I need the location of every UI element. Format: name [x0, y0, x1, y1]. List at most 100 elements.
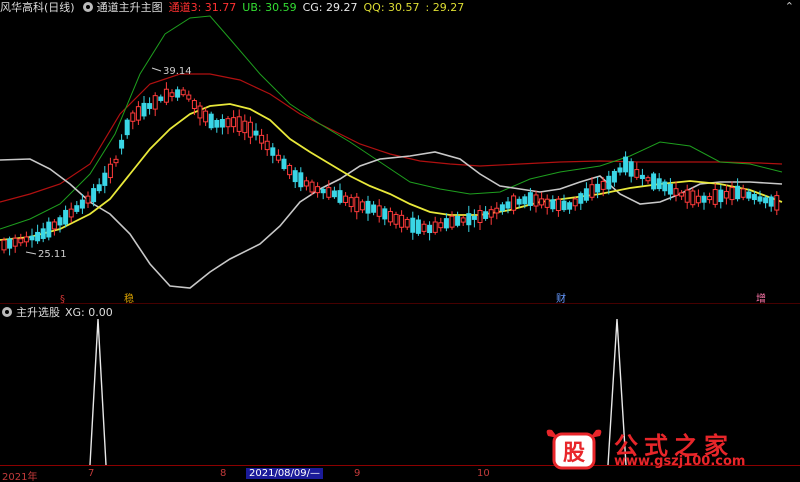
- candle-body: [572, 198, 578, 207]
- collapse-panel-button[interactable]: ⌃: [785, 0, 794, 13]
- svg-text:股: 股: [563, 441, 585, 466]
- candle-body: [712, 189, 718, 205]
- stock-title[interactable]: 风华高科(日线): [0, 0, 75, 15]
- candle-body: [623, 156, 629, 173]
- candle-body: [628, 161, 634, 177]
- indicator-title[interactable]: 通道主升主图: [97, 0, 163, 15]
- candle-body: [130, 112, 136, 122]
- candle-body: [438, 222, 444, 229]
- candle-body: [315, 186, 321, 194]
- candle-body: [225, 118, 231, 128]
- tag-increase: 增: [756, 292, 766, 304]
- value-qq: QQ: 30.57: [363, 0, 420, 14]
- candle-body: [606, 175, 612, 190]
- candle-body: [180, 89, 186, 96]
- candle-body: [768, 196, 774, 207]
- candle-body: [399, 214, 405, 228]
- candle-body: [354, 196, 360, 213]
- candle-body: [735, 185, 741, 200]
- candle-body: [494, 207, 500, 214]
- candle-body: [12, 237, 18, 247]
- candle-body: [326, 187, 332, 198]
- candle-body: [701, 195, 707, 203]
- candle-body: [393, 213, 399, 225]
- candle-body: [292, 170, 298, 183]
- candle-body: [595, 183, 601, 193]
- candle-body: [113, 158, 119, 164]
- candle-body: [589, 184, 595, 198]
- candle-body: [253, 130, 259, 136]
- candle-body: [163, 88, 169, 103]
- settings-gear-icon[interactable]: [82, 2, 93, 12]
- candle-body: [639, 174, 645, 180]
- candle-body: [718, 189, 724, 203]
- candle-body: [673, 188, 679, 196]
- axis-label-year: 2021年: [2, 472, 38, 482]
- candle-body: [583, 188, 589, 201]
- candle-body: [175, 89, 181, 98]
- candle-body: [763, 197, 769, 204]
- candle-body: [186, 94, 192, 100]
- candle-body: [124, 119, 130, 136]
- candle-body: [203, 110, 209, 123]
- candle-body: [539, 198, 545, 206]
- xg-value: XG: 0.00: [65, 305, 113, 319]
- candle-body: [656, 178, 662, 190]
- candle-body: [158, 96, 164, 101]
- candle-body: [746, 191, 752, 199]
- lower-panel-header: 主升选股 XG: 0.00: [0, 305, 118, 319]
- value-cg: CG: 29.27: [302, 0, 358, 14]
- candle-body: [651, 173, 657, 190]
- axis-label-7: 7: [88, 468, 95, 479]
- candle-body: [135, 106, 141, 121]
- candle-body: [197, 105, 203, 119]
- candle-body: [231, 117, 237, 128]
- candle-body: [707, 196, 713, 201]
- candle-body: [600, 180, 606, 190]
- lower-panel-title[interactable]: 主升选股: [16, 304, 60, 320]
- candle-body: [617, 167, 623, 173]
- value-ub: UB: 30.59: [242, 0, 297, 14]
- candle-body: [320, 188, 326, 194]
- candle-body: [281, 158, 287, 170]
- lower-settings-gear-icon[interactable]: [2, 307, 12, 317]
- watermark-logo: 股 公式之家 www.gszj100.com: [542, 426, 782, 470]
- watermark-url: www.gszj100.com: [614, 454, 746, 469]
- candle-body: [359, 201, 365, 211]
- candle-body: [477, 209, 483, 224]
- candle-body: [516, 198, 522, 205]
- candle-body: [309, 181, 315, 193]
- candle-body: [667, 183, 673, 195]
- chart-header: 风华高科(日线) 通道主升主图 通道3: 31.77 UB: 30.59 CG:…: [0, 0, 800, 15]
- candle-body: [550, 199, 556, 210]
- candle-body: [169, 92, 175, 97]
- value-unnamed: : 29.27: [425, 0, 465, 14]
- candle-body: [432, 221, 438, 233]
- candle-body: [270, 147, 276, 156]
- candle-body: [79, 199, 85, 209]
- candle-body: [40, 228, 46, 239]
- candle-body: [214, 119, 220, 128]
- axis-label-9: 9: [354, 468, 361, 479]
- candle-body: [247, 121, 253, 138]
- candle-body: [119, 139, 125, 149]
- candle-body: [7, 238, 13, 249]
- candle-body: [662, 181, 668, 192]
- candle-body: [460, 217, 466, 223]
- candle-body: [348, 197, 354, 208]
- candle-body: [74, 205, 80, 212]
- candle-body: [337, 190, 343, 203]
- candle-body: [679, 192, 685, 197]
- candle-body: [85, 195, 91, 204]
- candle-body: [774, 195, 780, 211]
- candle-body: [287, 164, 293, 176]
- main-price-chart[interactable]: 39.14 25.11 § 稳 财 增: [0, 14, 800, 304]
- channel-green-line: [0, 15, 783, 230]
- candle-body: [343, 195, 349, 203]
- candle-body: [645, 177, 651, 182]
- candle-body: [191, 100, 197, 110]
- candle-body: [68, 208, 74, 218]
- candle-body: [102, 172, 108, 186]
- candle-body: [555, 198, 561, 211]
- candle-body: [141, 102, 147, 117]
